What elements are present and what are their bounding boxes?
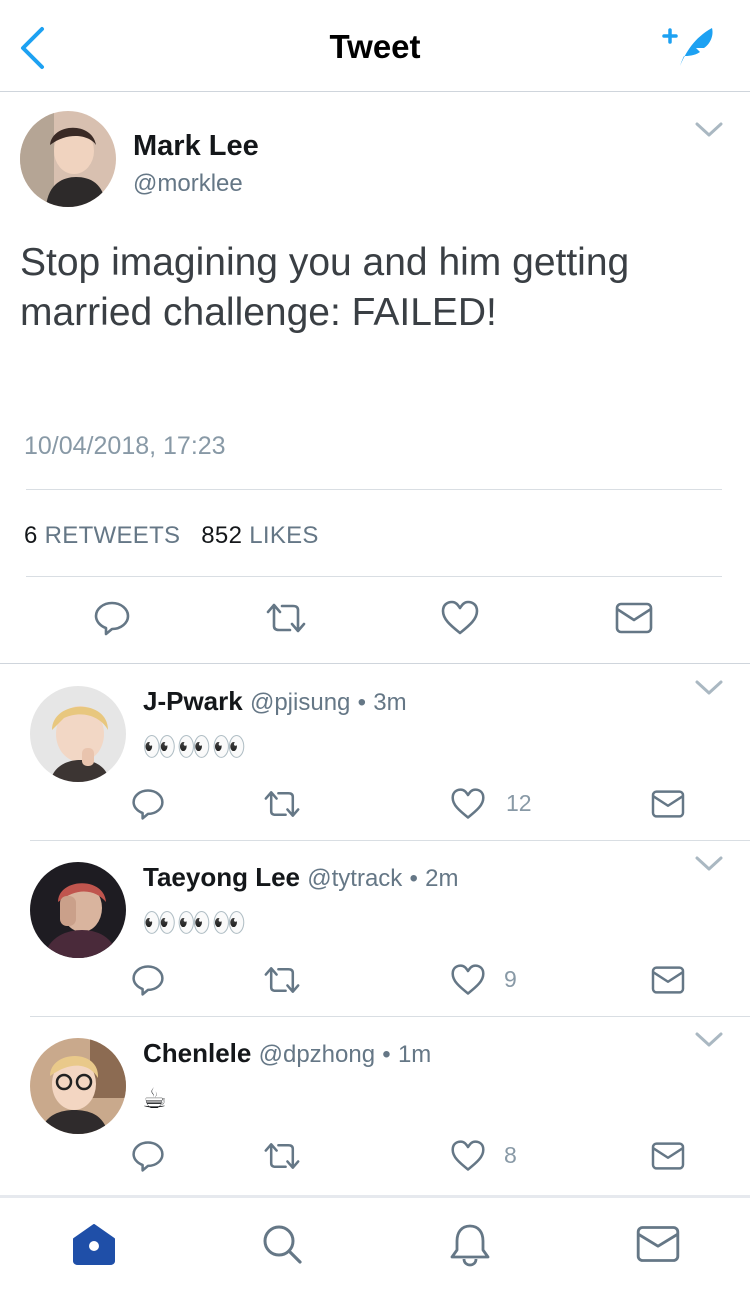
message-icon — [651, 966, 685, 994]
reply-tweet[interactable]: Chenlele @dpzhong • 1m ☕ 8 — [0, 1016, 750, 1192]
message-icon — [615, 602, 653, 634]
reply-header: Taeyong Lee @tytrack • 2m — [143, 862, 459, 893]
tweet-options-button[interactable] — [694, 854, 724, 874]
home-icon — [73, 1224, 115, 1265]
top-nav-bar: Tweet — [0, 0, 750, 92]
compose-icon — [662, 28, 713, 66]
retweet-button[interactable] — [264, 596, 308, 640]
like-button[interactable] — [446, 958, 490, 1002]
reply-author-handle[interactable]: @pjisung — [250, 689, 350, 716]
like-icon — [451, 788, 485, 819]
chevron-down-icon — [695, 122, 723, 137]
like-button[interactable] — [438, 596, 482, 640]
retweets-count: 6 — [24, 522, 38, 549]
separator-dot: • — [382, 1041, 391, 1068]
reply-actions — [0, 1134, 750, 1178]
like-icon — [441, 600, 479, 635]
avatar[interactable] — [30, 686, 126, 782]
likes-stat[interactable]: 852 LIKES — [201, 522, 318, 549]
divider — [26, 489, 722, 490]
reply-time: 1m — [397, 1041, 432, 1068]
reply-time: 2m — [425, 865, 459, 892]
like-count: 8 — [504, 1142, 517, 1168]
reply-author-name[interactable]: Chenlele — [143, 1038, 251, 1068]
like-button[interactable] — [446, 1134, 490, 1178]
separator-dot: • — [409, 865, 418, 892]
like-count: 9 — [504, 966, 517, 992]
retweet-button[interactable] — [260, 958, 304, 1002]
reply-icon — [132, 789, 164, 820]
likes-label: LIKES — [249, 522, 319, 549]
tweet-actions — [0, 596, 750, 642]
reply-author-name[interactable]: Taeyong Lee — [143, 862, 300, 892]
reply-button[interactable] — [90, 596, 134, 640]
share-dm-button[interactable] — [612, 596, 656, 640]
search-icon — [263, 1225, 302, 1264]
avatar[interactable] — [30, 862, 126, 958]
separator-dot: • — [357, 689, 367, 716]
reply-icon — [132, 1141, 164, 1172]
share-dm-button[interactable] — [646, 782, 690, 826]
reply-button[interactable] — [126, 782, 170, 826]
compose-button[interactable] — [660, 22, 720, 72]
tab-search[interactable] — [256, 1218, 308, 1270]
retweet-icon — [264, 791, 300, 817]
retweets-stat[interactable]: 6 RETWEETS — [24, 522, 180, 549]
likes-count: 852 — [201, 522, 243, 549]
author-handle[interactable]: @morklee — [133, 170, 243, 198]
like-icon — [451, 964, 485, 995]
like-icon — [451, 1140, 485, 1171]
like-button[interactable] — [446, 782, 490, 826]
share-dm-button[interactable] — [646, 1134, 690, 1178]
retweet-icon — [264, 1143, 300, 1169]
reply-text: 👀👀👀 — [142, 907, 247, 938]
avatar[interactable] — [20, 111, 116, 207]
message-icon — [651, 790, 685, 818]
chevron-down-icon — [695, 680, 723, 695]
message-icon — [651, 1142, 685, 1170]
messages-icon — [636, 1226, 680, 1262]
notifications-icon — [450, 1224, 490, 1267]
reply-author-handle[interactable]: @tytrack — [307, 865, 402, 892]
retweet-button[interactable] — [260, 1134, 304, 1178]
tweet-options-button[interactable] — [694, 120, 724, 140]
reply-time: 3m — [373, 689, 407, 716]
avatar[interactable] — [30, 1038, 126, 1134]
share-dm-button[interactable] — [646, 958, 690, 1002]
reply-icon — [132, 965, 164, 996]
chevron-down-icon — [695, 856, 723, 871]
tweet-stats: 6 RETWEETS 852 LIKES — [24, 522, 319, 550]
main-tweet: Mark Lee @morklee Stop imagining you and… — [0, 92, 750, 664]
reply-header: J-Pwark @pjisung • 3m — [143, 686, 407, 717]
tweet-options-button[interactable] — [694, 678, 724, 698]
reply-text: 👀👀👀 — [142, 731, 247, 762]
retweet-button[interactable] — [260, 782, 304, 826]
like-count: 12 — [506, 790, 532, 816]
reply-header: Chenlele @dpzhong • 1m — [143, 1038, 431, 1069]
reply-author-handle[interactable]: @dpzhong — [259, 1041, 375, 1068]
reply-author-name[interactable]: J-Pwark — [143, 686, 243, 716]
reply-actions — [0, 782, 750, 826]
author-name[interactable]: Mark Lee — [133, 130, 259, 163]
retweet-icon — [266, 603, 306, 633]
reply-tweet[interactable]: Taeyong Lee @tytrack • 2m 👀👀👀 9 — [0, 840, 750, 1017]
bottom-tab-bar — [0, 1195, 750, 1297]
tweet-text: Stop imagining you and him getting marri… — [20, 241, 630, 334]
reply-button[interactable] — [126, 958, 170, 1002]
tab-home[interactable] — [68, 1218, 120, 1270]
divider — [26, 576, 722, 577]
page-title: Tweet — [329, 28, 421, 65]
reply-actions — [0, 958, 750, 1002]
retweets-label: RETWEETS — [44, 522, 181, 549]
chevron-down-icon — [695, 1032, 723, 1047]
tweet-options-button[interactable] — [694, 1030, 724, 1050]
reply-tweet[interactable]: J-Pwark @pjisung • 3m 👀👀👀 12 — [0, 664, 750, 841]
tweet-timestamp: 10/04/2018, 17:23 — [24, 432, 226, 460]
reply-text: ☕ — [142, 1083, 168, 1114]
tab-notifications[interactable] — [444, 1218, 496, 1270]
retweet-icon — [264, 967, 300, 993]
reply-icon — [94, 601, 130, 636]
reply-button[interactable] — [126, 1134, 170, 1178]
tab-messages[interactable] — [632, 1218, 684, 1270]
